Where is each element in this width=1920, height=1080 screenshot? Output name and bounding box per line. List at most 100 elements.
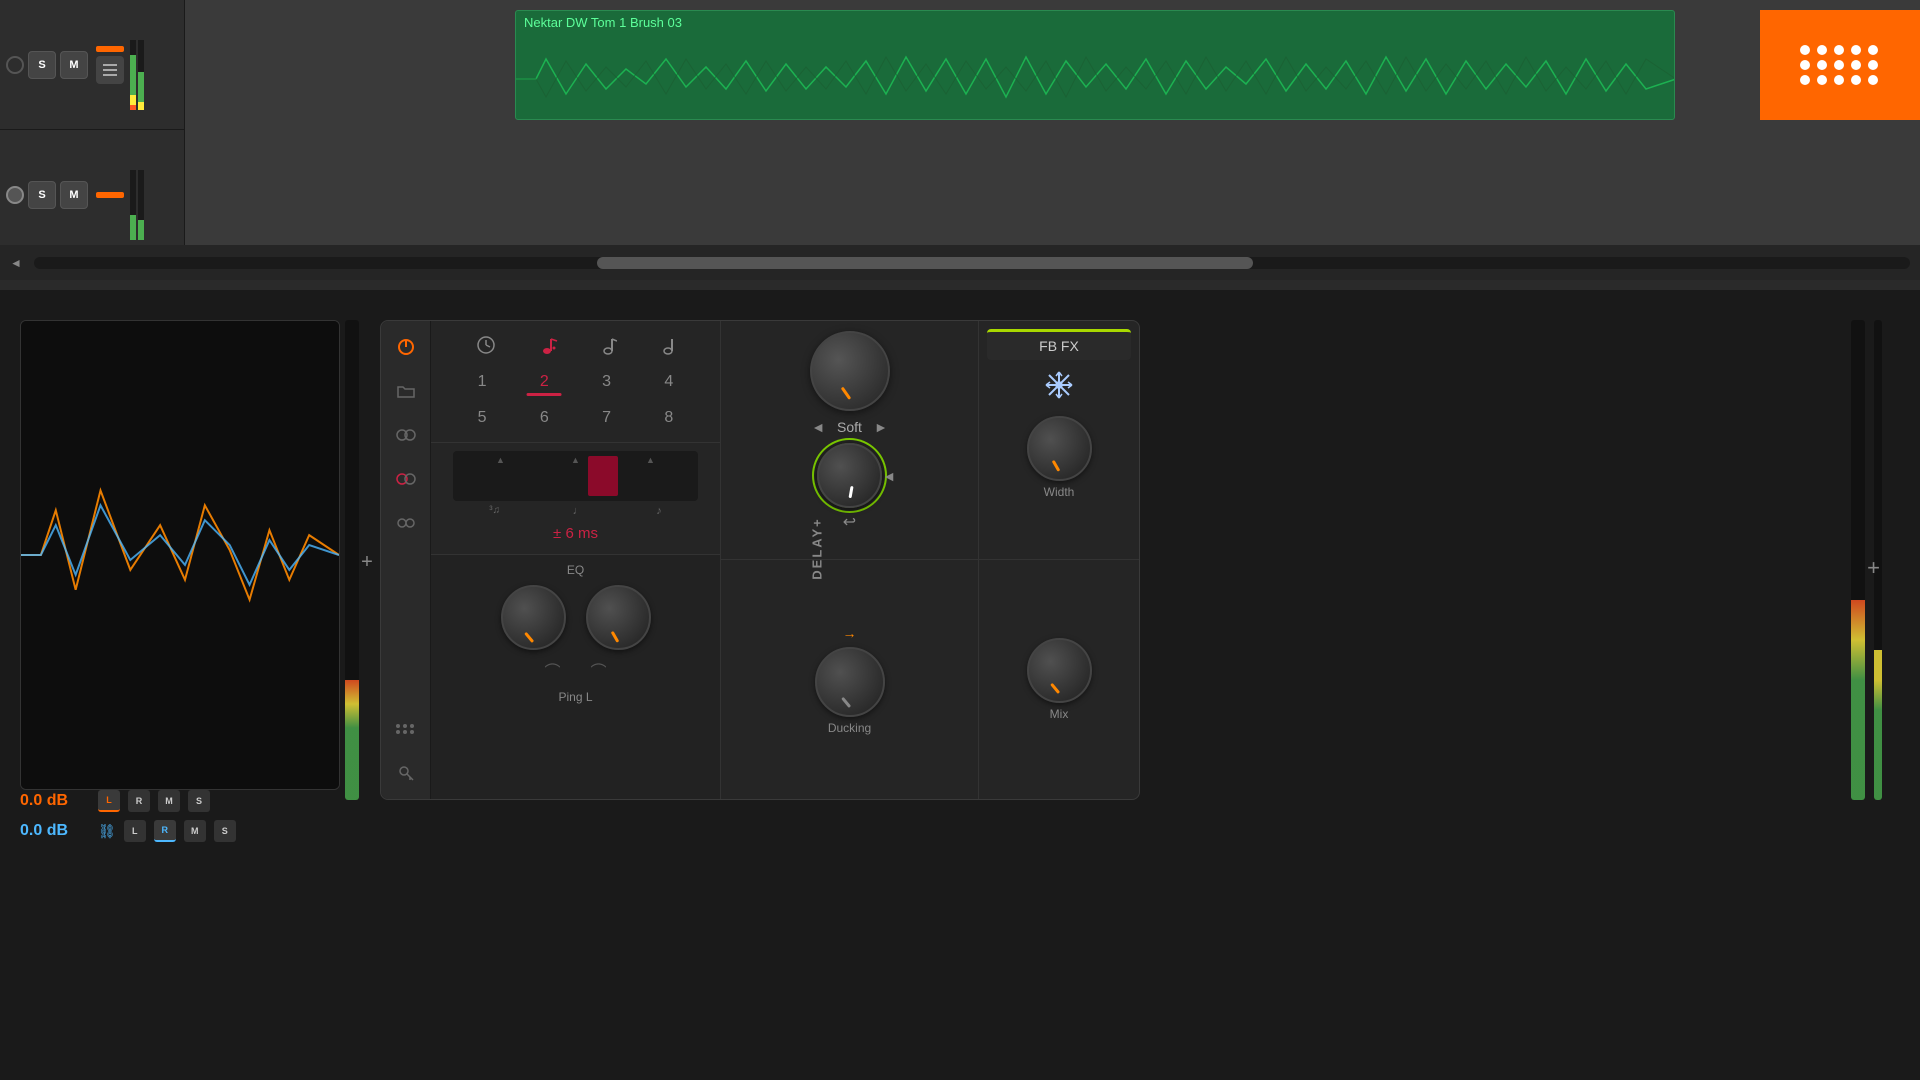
channel-l-btn-1[interactable]: L [98, 790, 120, 812]
plugin-bottom-row: → Ducking M [721, 560, 1139, 799]
track1-volume-indicator [96, 46, 124, 52]
soft-main-knob[interactable] [810, 331, 890, 411]
duration-icons-row [443, 329, 708, 366]
note-regular-icon[interactable] [603, 335, 617, 360]
note-half-icon[interactable] [663, 335, 675, 360]
eq-curve-low-icon[interactable]: ⌒ [544, 658, 560, 682]
feedback-knob-area: ◄ [817, 443, 882, 508]
clock-icon[interactable] [476, 335, 496, 360]
track1-menu-btn[interactable] [96, 56, 124, 84]
analyzer-canvas [21, 321, 339, 789]
track2-mute-btn[interactable]: M [60, 181, 88, 209]
num-btn-3[interactable]: 3 [578, 366, 636, 398]
ducking-arrow-icon: → [843, 625, 857, 641]
record-icon-btn[interactable] [392, 465, 420, 493]
feedback-arrow-indicator: ◄ [882, 468, 896, 484]
mix-knob-container: Mix [1027, 638, 1092, 721]
eq-knob-1-container [501, 585, 566, 650]
num-btn-7[interactable]: 7 [578, 402, 636, 434]
channel-s-btn-2[interactable]: S [214, 820, 236, 842]
channel-l-btn-2[interactable]: L [124, 820, 146, 842]
track-controls-panel: S M S [0, 0, 185, 280]
ducking-knob[interactable] [815, 647, 885, 717]
mix-label: Mix [1050, 707, 1069, 721]
eq-label: EQ [439, 563, 712, 577]
small-circles-icon-btn[interactable] [392, 509, 420, 537]
scrollbar-track[interactable] [34, 257, 1910, 269]
eq-knob-2-container [586, 585, 651, 650]
plugin-top-row: ◄ Soft ► ◄ ↩ [721, 321, 1139, 560]
mix-knob[interactable] [1027, 638, 1092, 703]
ducking-section: → Ducking [721, 560, 979, 799]
num-btn-6[interactable]: 6 [515, 402, 573, 434]
channel-r-btn-1[interactable]: R [128, 790, 150, 812]
delay-plugin-name-label: DELAY+ [810, 517, 825, 579]
ducking-label: Ducking [828, 721, 871, 735]
db-row-2: 0.0 dB ⛓ L R M S [20, 820, 340, 842]
width-label: Width [1044, 485, 1075, 499]
timeline-cursor[interactable] [588, 456, 618, 496]
track1-mute-btn[interactable]: M [60, 51, 88, 79]
width-knob-container: Width [1027, 416, 1092, 499]
track2-controls: S M [0, 130, 184, 260]
link-circles-icon-btn[interactable] [392, 421, 420, 449]
scrollbar-thumb[interactable] [597, 257, 1254, 269]
timeline-bar[interactable]: ▲▲▲ [453, 451, 698, 501]
num-btn-1[interactable]: 1 [453, 366, 511, 398]
track1-record-btn[interactable] [6, 56, 24, 74]
soft-next-arrow[interactable]: ► [874, 419, 888, 435]
channel-m-btn-1[interactable]: M [158, 790, 180, 812]
eq-knob-1[interactable] [501, 585, 566, 650]
power-icon-btn[interactable] [392, 333, 420, 361]
delay-plugin-panel: DELAY+ [380, 320, 1140, 800]
bottom-controls: 0.0 dB L R M S 0.0 dB ⛓ L R M S [20, 790, 340, 842]
fbfx-label-box[interactable]: FB FX [987, 329, 1131, 360]
track1-region-label: Nektar DW Tom 1 Brush 03 [516, 11, 1674, 34]
add-right-button[interactable]: + [1867, 555, 1880, 581]
loop-back-icon[interactable]: ↩ [843, 512, 856, 532]
right-meter-bar [1851, 320, 1865, 800]
channel-m-btn-2[interactable]: M [184, 820, 206, 842]
track1-audio-region[interactable]: Nektar DW Tom 1 Brush 03 [515, 10, 1675, 120]
note-small-icon: ♩ [573, 505, 584, 517]
link-icon[interactable]: ⛓ [98, 823, 116, 840]
num-btn-5[interactable]: 5 [453, 402, 511, 434]
folder-icon-btn[interactable] [392, 377, 420, 405]
channel-s-btn-1[interactable]: S [188, 790, 210, 812]
channel-r-btn-2[interactable]: R [154, 820, 176, 842]
key-icon-btn[interactable] [392, 759, 420, 787]
track1-solo-btn[interactable]: S [28, 51, 56, 79]
timing-section: 1 2 3 4 5 6 7 8 [431, 321, 720, 443]
eq-curve-high-icon[interactable]: ⌒ [591, 658, 607, 682]
num-btn-2[interactable]: 2 [515, 366, 573, 398]
track2-record-btn[interactable] [6, 186, 24, 204]
fbfx-section: FB FX [979, 321, 1139, 559]
track1-controls: S M [0, 0, 184, 130]
db-value-blue: 0.0 dB [20, 822, 90, 840]
timeline-bottom-icons: ³♫ ♩ ♪ [443, 501, 708, 521]
eq-curve-icons: ⌒ ⌒ [439, 658, 712, 682]
track2-solo-btn[interactable]: S [28, 181, 56, 209]
ducking-knob-container: Ducking [815, 647, 885, 735]
orange-plugin-box[interactable] [1760, 10, 1920, 120]
dots-grid-icon-btn[interactable] [392, 715, 420, 743]
soft-prev-arrow[interactable]: ◄ [811, 419, 825, 435]
num-btn-8[interactable]: 8 [640, 402, 698, 434]
freeze-snowflake-icon[interactable] [1044, 370, 1074, 406]
note-dotted-icon[interactable] [542, 335, 558, 360]
horizontal-scrollbar[interactable]: ◄ [0, 245, 1920, 280]
feedback-knob[interactable] [817, 443, 882, 508]
eq-knob-2[interactable] [586, 585, 651, 650]
note-small2-icon: ♪ [656, 505, 662, 517]
plugin-logo-dots [1800, 45, 1880, 85]
ducking-arrow-row: → [843, 625, 857, 641]
channel-label-display: Ping L [439, 690, 712, 704]
timeline-section: ▲▲▲ ³♫ ♩ ♪ ± 6 ms [431, 443, 720, 555]
db-row-1: 0.0 dB L R M S [20, 790, 340, 812]
add-left-button[interactable]: + [355, 550, 379, 574]
width-knob[interactable] [1027, 416, 1092, 481]
num-btn-4[interactable]: 4 [640, 366, 698, 398]
waveform-svg [516, 39, 1675, 119]
scroll-left-arrow[interactable]: ◄ [10, 256, 24, 270]
db-value-orange: 0.0 dB [20, 792, 90, 810]
